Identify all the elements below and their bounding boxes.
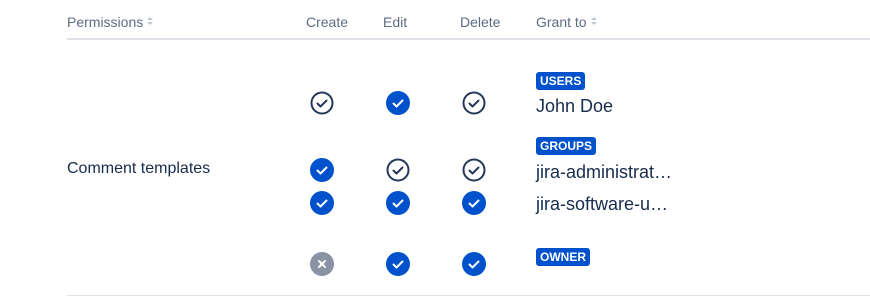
- column-header-create: Create: [306, 14, 348, 30]
- permission-name: Comment templates: [67, 160, 211, 177]
- owner-badge: OWNER: [536, 248, 590, 266]
- sort-icon[interactable]: [590, 17, 598, 27]
- column-header-permissions[interactable]: Permissions: [67, 14, 154, 30]
- column-header-label: Create: [306, 14, 349, 30]
- check-circle-icon: [386, 191, 410, 215]
- permissions-table-header: Permissions Create Edit Delete Grant to: [0, 0, 870, 42]
- groups-badge: GROUPS: [536, 137, 597, 155]
- check-circle-icon: [310, 191, 334, 215]
- check-outline-icon: [462, 91, 486, 115]
- check-circle-icon: [462, 252, 486, 276]
- header-divider: [67, 38, 870, 40]
- grantee-group: jira-software-u…: [536, 194, 669, 214]
- row-divider: [67, 295, 870, 296]
- column-header-delete: Delete: [460, 14, 500, 30]
- check-circle-icon: [386, 252, 410, 276]
- grantee-user: John Doe: [536, 96, 614, 116]
- column-header-label: Grant to: [536, 14, 587, 30]
- sort-icon[interactable]: [147, 17, 154, 27]
- column-header-label: Delete: [460, 14, 501, 30]
- check-circle-icon: [462, 191, 486, 215]
- column-header-edit: Edit: [383, 14, 407, 30]
- column-header-label: Edit: [383, 14, 408, 30]
- check-outline-icon: [462, 158, 486, 182]
- check-circle-icon: [310, 158, 334, 182]
- column-header-grant-to[interactable]: Grant to: [536, 14, 598, 30]
- column-header-label: Permissions: [67, 14, 144, 30]
- users-badge: USERS: [536, 72, 586, 90]
- check-circle-icon: [386, 91, 410, 115]
- grantee-group: jira-administrat…: [536, 162, 673, 182]
- check-outline-icon: [310, 91, 334, 115]
- cross-circle-icon: [310, 252, 334, 276]
- check-outline-icon: [386, 158, 410, 182]
